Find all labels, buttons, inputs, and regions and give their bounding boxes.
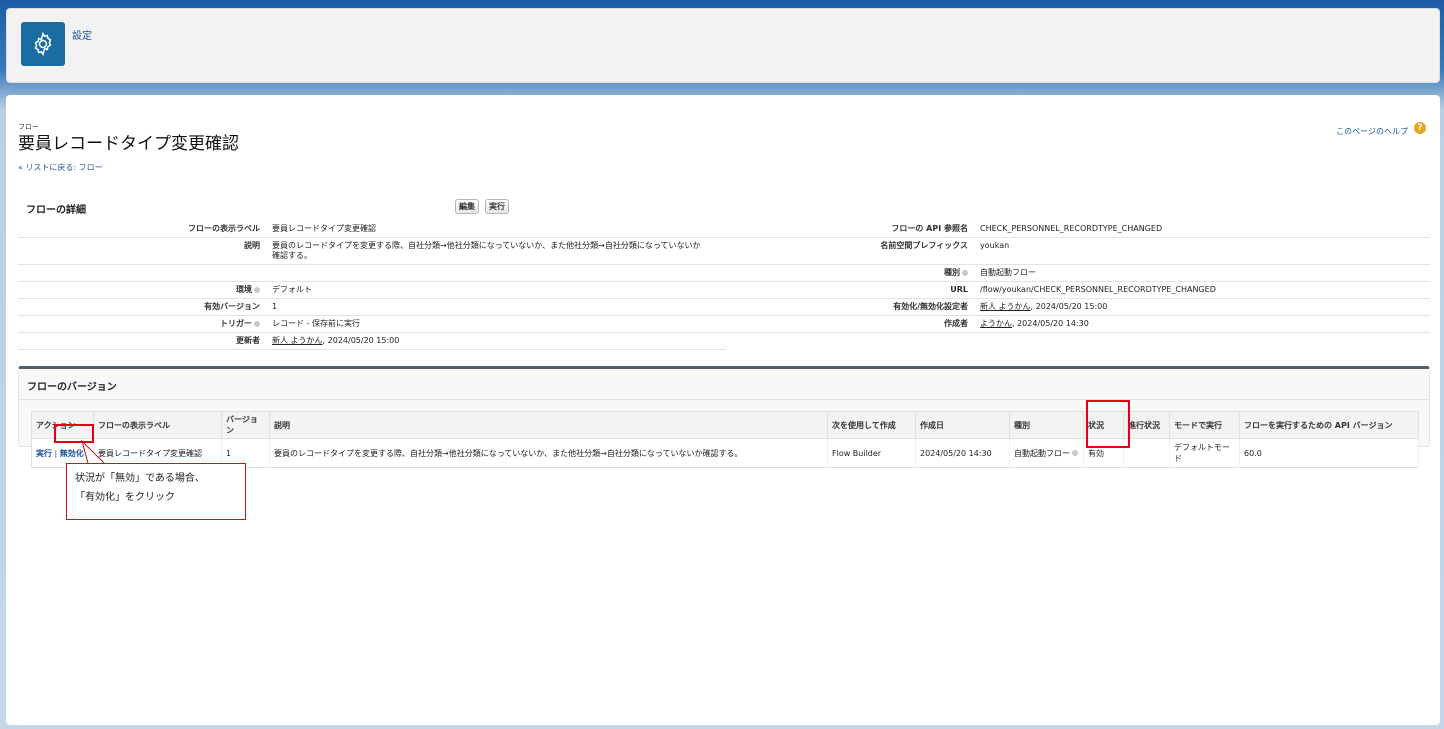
column-header[interactable]: 進行状況 (1123, 411, 1170, 439)
info-icon[interactable] (962, 269, 968, 276)
setup-header: 設定 (6, 8, 1440, 83)
status-highlight-box (1086, 400, 1130, 448)
detail-value: デフォルト (266, 281, 726, 299)
detail-row: 環境 デフォルト URL /flow/youkan/CHECK_PERSONNE… (18, 281, 1430, 299)
info-icon[interactable] (254, 286, 260, 293)
column-header[interactable]: フローの表示ラベル (93, 411, 222, 439)
built-with: Flow Builder (827, 438, 916, 468)
detail-label: 説明 (18, 237, 266, 265)
detail-label (726, 333, 974, 350)
versions-section: フローのバージョン アクション フローの表示ラベル バージョン 説明 次を使用し… (18, 366, 1430, 468)
detail-label: フローの表示ラベル (18, 221, 266, 238)
detail-value: 要員のレコードタイプを変更する際、自社分類→他社分類になっていないか、また他社分… (266, 237, 726, 265)
column-header[interactable]: 作成日 (915, 411, 1010, 439)
help-link[interactable]: このページのヘルプ (1336, 126, 1408, 137)
detail-value: 新人 ようかん, 2024/05/20 15:00 (266, 332, 726, 350)
detail-value: youkan (974, 237, 1430, 265)
flow-type: 自動起動フロー (1009, 438, 1084, 468)
detail-value (974, 333, 1430, 350)
detail-value (266, 264, 726, 282)
back-to-list-link[interactable]: « リストに戻る: フロー (18, 162, 103, 173)
detail-value: 要員レコードタイプ変更確認 (266, 221, 726, 238)
main-content: フロー 要員レコードタイプ変更確認 このページのヘルプ ? « リストに戻る: … (6, 95, 1440, 725)
deactivate-highlight-box (54, 424, 94, 443)
setup-link[interactable]: 設定 (72, 27, 92, 42)
run-version-link[interactable]: 実行 (36, 449, 52, 458)
user-link[interactable]: ようかん (980, 319, 1012, 328)
detail-label: 名前空間プレフィックス (726, 237, 974, 265)
column-header[interactable]: 種別 (1009, 411, 1084, 439)
detail-label: 種別 (726, 264, 974, 282)
callout-line: 「有効化」をクリック (75, 492, 175, 503)
column-header[interactable]: フローを実行するための API バージョン (1239, 411, 1419, 439)
user-link[interactable]: 新人 ようかん (272, 336, 323, 345)
divider (19, 399, 1429, 400)
user-link[interactable]: 新人 ようかん (980, 302, 1031, 311)
run-button[interactable]: 実行 (485, 199, 509, 214)
callout-line: 状況が「無効」である場合、 (75, 473, 205, 484)
column-header[interactable]: モードで実行 (1169, 411, 1240, 439)
detail-row: 説明 要員のレコードタイプを変更する際、自社分類→他社分類になっていないか、また… (18, 237, 1430, 265)
detail-value: 1 (266, 298, 726, 316)
column-header[interactable]: 次を使用して作成 (827, 411, 916, 439)
help-icon[interactable]: ? (1414, 122, 1426, 134)
detail-row: 種別 自動起動フロー (18, 264, 1430, 282)
detail-value: 新人 ようかん, 2024/05/20 15:00 (974, 298, 1430, 316)
gear-icon[interactable] (21, 22, 65, 66)
page-title: 要員レコードタイプ変更確認 (18, 134, 239, 154)
column-header[interactable]: 説明 (269, 411, 828, 439)
details-section-title: フローの詳細 (26, 205, 86, 216)
detail-label: 更新者 (18, 332, 266, 350)
details-table: フローの表示ラベル 要員レコードタイプ変更確認 フローの API 参照名 CHE… (18, 221, 1430, 350)
api-version: 60.0 (1239, 438, 1419, 468)
progress-cell (1123, 438, 1170, 468)
info-icon[interactable] (254, 320, 260, 327)
detail-value: 自動起動フロー (974, 264, 1430, 282)
detail-label: URL (726, 281, 974, 299)
annotation-callout: 状況が「無効」である場合、 「有効化」をクリック (66, 463, 246, 520)
column-header[interactable]: バージョン (221, 411, 270, 439)
detail-value: CHECK_PERSONNEL_RECORDTYPE_CHANGED (974, 221, 1430, 238)
versions-section-title: フローのバージョン (27, 382, 117, 393)
edit-button[interactable]: 編集 (455, 199, 479, 214)
detail-value: /flow/youkan/CHECK_PERSONNEL_RECORDTYPE_… (974, 281, 1430, 299)
versions-table: アクション フローの表示ラベル バージョン 説明 次を使用して作成 作成日 種別… (31, 411, 1419, 468)
detail-value: ようかん, 2024/05/20 14:30 (974, 315, 1430, 333)
deactivate-link[interactable]: 無効化 (60, 449, 84, 458)
detail-value: レコード - 保存前に実行 (266, 315, 726, 333)
run-mode: デフォルトモード (1169, 438, 1240, 468)
detail-label: 環境 (18, 281, 266, 299)
info-icon[interactable] (1072, 450, 1078, 456)
detail-row: トリガー レコード - 保存前に実行 作成者 ようかん, 2024/05/20 … (18, 315, 1430, 333)
created-date: 2024/05/20 14:30 (915, 438, 1010, 468)
detail-row: フローの表示ラベル 要員レコードタイプ変更確認 フローの API 参照名 CHE… (18, 221, 1430, 238)
detail-label: 作成者 (726, 315, 974, 333)
version-description: 要員のレコードタイプを変更する際、自社分類→他社分類になっていないか、また他社分… (269, 438, 828, 468)
detail-label: トリガー (18, 315, 266, 333)
table-header-row: アクション フローの表示ラベル バージョン 説明 次を使用して作成 作成日 種別… (31, 411, 1419, 439)
detail-label: フローの API 参照名 (726, 221, 974, 238)
detail-label (18, 264, 266, 282)
detail-row: 有効バージョン 1 有効化/無効化設定者 新人 ようかん, 2024/05/20… (18, 298, 1430, 316)
detail-label: 有効化/無効化設定者 (726, 298, 974, 316)
detail-row: 更新者 新人 ようかん, 2024/05/20 15:00 (18, 332, 1430, 350)
detail-label: 有効バージョン (18, 298, 266, 316)
